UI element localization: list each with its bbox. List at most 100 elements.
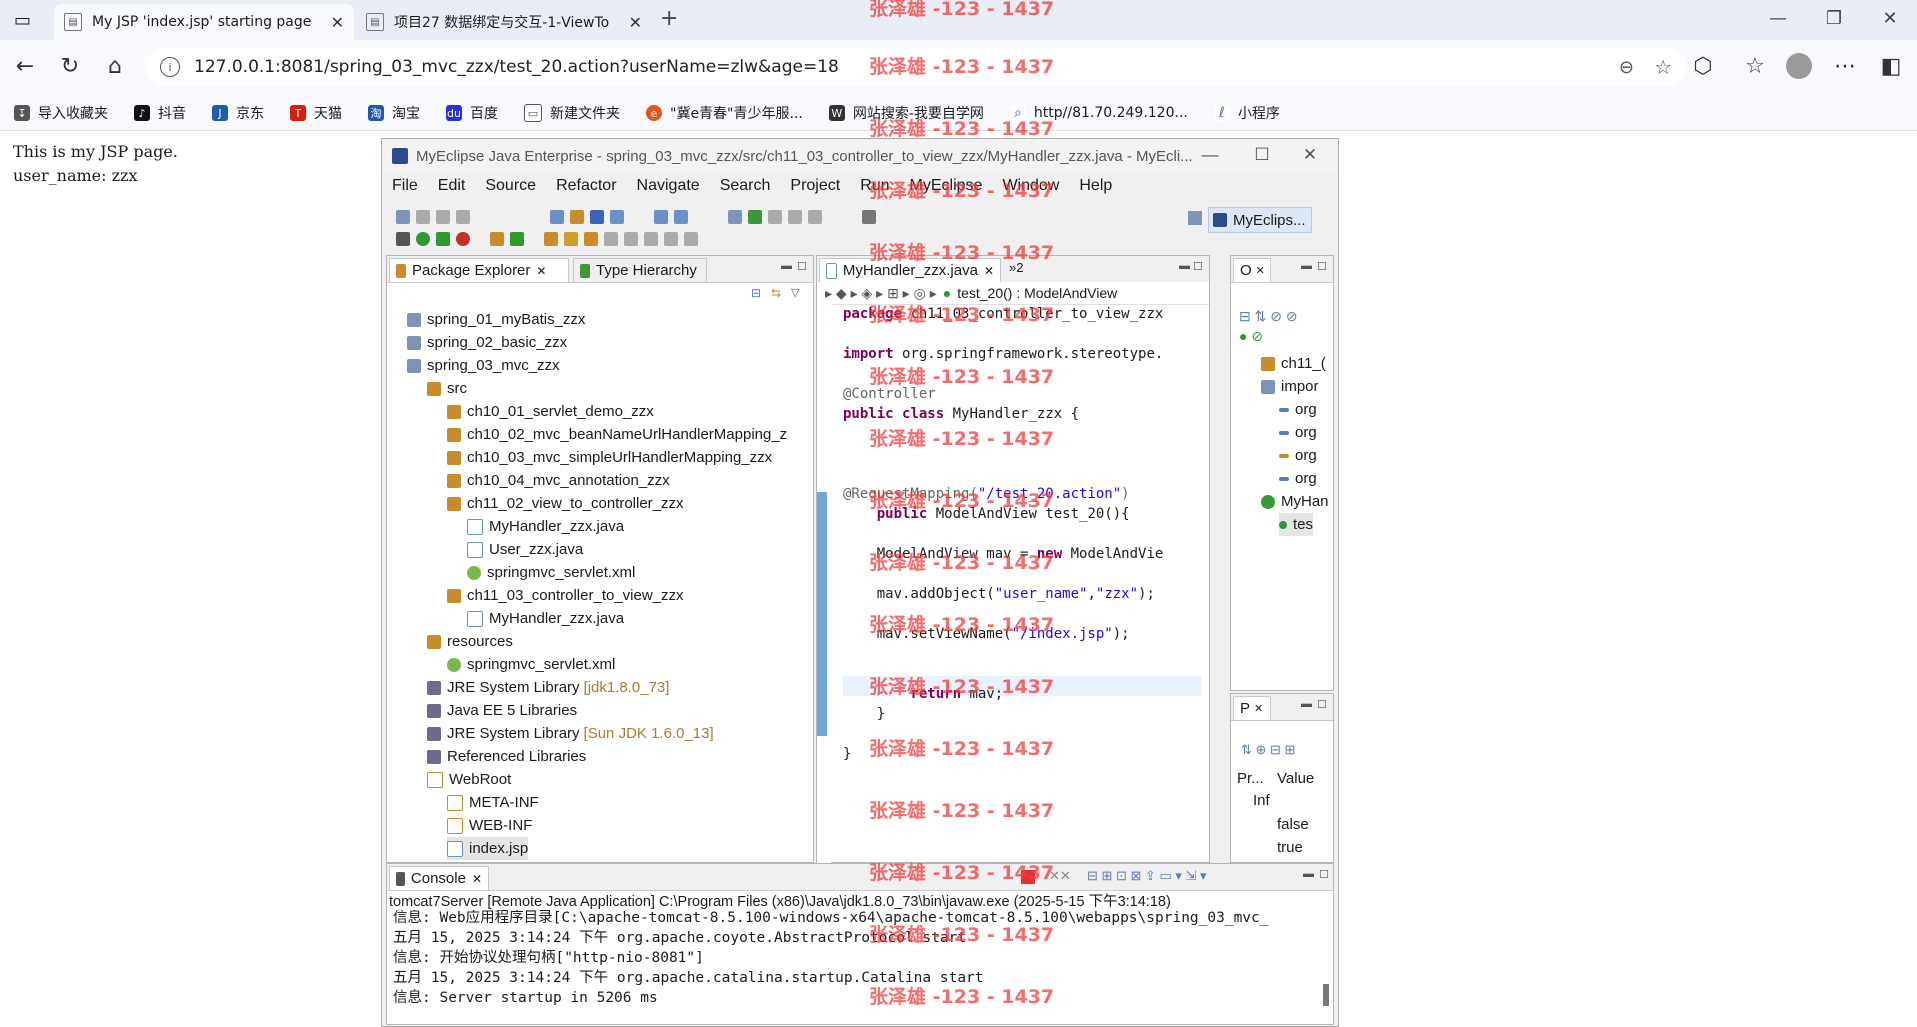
tree-item[interactable]: ch10_03_mvc_simpleUrlHandlerMapping_zzx — [447, 446, 772, 469]
view-menu-icon[interactable]: ▽ — [791, 286, 799, 299]
star-icon[interactable]: ☆ — [1654, 55, 1672, 79]
sidebar-icon[interactable]: ◧ — [1876, 54, 1906, 79]
menu-file[interactable]: File — [392, 177, 418, 195]
close-icon[interactable]: ✕ — [472, 872, 482, 886]
outline-item[interactable]: MyHan — [1261, 490, 1329, 513]
close-icon[interactable]: ✕ — [331, 13, 344, 32]
menu-window[interactable]: Window — [1002, 177, 1059, 195]
tree-item[interactable]: springmvc_servlet.xml — [467, 561, 635, 584]
bookmark-miniapp[interactable]: ℓ 小程序 — [1213, 103, 1280, 123]
menu-myeclipse[interactable]: MyEclipse — [910, 177, 983, 195]
console-output[interactable]: 信息: Web应用程序目录[C:\apache-tomcat-8.5.100-w… — [387, 910, 1317, 1024]
outline-toolbar-2[interactable]: ● ⊘ — [1239, 328, 1263, 345]
open-resource-icon[interactable] — [584, 232, 598, 246]
maximize-view-icon[interactable]: ☐ — [797, 260, 807, 273]
close-icon[interactable]: ✕ — [536, 264, 546, 278]
minimize-view-icon[interactable]: ▬ — [781, 260, 792, 272]
perspective-myeclipse[interactable]: MyEclips... — [1208, 207, 1312, 233]
menu-source[interactable]: Source — [485, 177, 536, 195]
last-edit-icon[interactable] — [644, 232, 658, 246]
tree-item[interactable]: ch10_04_mvc_annotation_zzx — [447, 469, 670, 492]
server-icon[interactable] — [590, 210, 604, 224]
web-icon[interactable] — [654, 210, 668, 224]
print-icon[interactable] — [456, 210, 470, 224]
bookmark-tmall[interactable]: T 天猫 — [290, 103, 342, 123]
tree-item[interactable]: Referenced Libraries — [427, 745, 586, 768]
new-icon[interactable] — [396, 210, 410, 224]
reload-icon[interactable]: ↻ — [55, 54, 85, 79]
open-type-icon[interactable] — [728, 210, 742, 224]
tab-properties[interactable]: P ✕ — [1233, 696, 1271, 720]
favorites-icon[interactable]: ☆ — [1740, 54, 1770, 79]
minimize-icon[interactable]: — — [1758, 8, 1798, 29]
bookmark-folder[interactable]: ▭ 新建文件夹 — [524, 103, 620, 123]
minimize-view-icon[interactable]: ▬ — [1179, 260, 1190, 272]
menu-refactor[interactable]: Refactor — [556, 177, 616, 195]
tree-item[interactable]: ch10_02_mvc_beanNameUrlHandlerMapping_z — [447, 423, 787, 446]
collapse-all-icon[interactable]: ⊟ — [751, 286, 761, 300]
bookmark-import[interactable]: ↧ 导入收藏夹 — [14, 103, 108, 123]
outline-item[interactable]: ch11_( — [1261, 352, 1326, 375]
tree-item[interactable]: WebRoot — [427, 768, 511, 791]
package-icon[interactable] — [570, 210, 584, 224]
forward-nav-icon[interactable] — [684, 232, 698, 246]
outline-item[interactable]: org — [1279, 444, 1317, 467]
tree-item[interactable]: src — [427, 377, 467, 400]
link-editor-icon[interactable]: ⇆ — [771, 286, 781, 300]
new-package-icon[interactable] — [490, 232, 504, 246]
tree-item[interactable]: springmvc_servlet.xml — [447, 653, 615, 676]
close-icon[interactable]: ✕ — [1254, 702, 1263, 715]
menu-run[interactable]: Run — [860, 177, 889, 195]
home-icon[interactable]: ⌂ — [100, 54, 130, 79]
close-icon[interactable]: ✕ — [1256, 264, 1265, 277]
close-icon[interactable]: ✕ — [984, 264, 994, 278]
run-icon[interactable] — [416, 232, 430, 246]
close-icon[interactable]: ✕ — [629, 13, 642, 32]
console-scrollbar[interactable] — [1323, 984, 1329, 1006]
next-annotation-icon[interactable] — [604, 232, 618, 246]
annotation-icon[interactable] — [768, 210, 782, 224]
debug-icon[interactable] — [396, 232, 410, 246]
maximize-view-icon[interactable]: ☐ — [1317, 260, 1327, 273]
open-folder-icon[interactable] — [544, 232, 558, 246]
search-tool-icon[interactable] — [564, 232, 578, 246]
minimize-view-icon[interactable]: ▬ — [1301, 260, 1312, 272]
outline-toolbar[interactable]: ⊟ ⇅ ⊘ ⊘ — [1239, 308, 1298, 325]
save-icon[interactable] — [416, 210, 430, 224]
tab-myhandler-java[interactable]: MyHandler_zzx.java ✕ — [819, 258, 1001, 282]
more-icon[interactable]: ⋯ — [1830, 54, 1860, 79]
bookmark-http[interactable]: ⌕ http//81.70.249.120... — [1009, 105, 1188, 121]
browser-icon[interactable] — [674, 210, 688, 224]
tab-console[interactable]: Console ✕ — [389, 866, 489, 890]
bookmark-zixue[interactable]: W 网站搜索-我要自学网 — [828, 103, 984, 123]
more-tabs[interactable]: »2 — [1009, 260, 1023, 275]
pin-icon[interactable] — [808, 210, 822, 224]
menu-search[interactable]: Search — [720, 177, 771, 195]
zoom-icon[interactable]: ⊖ — [1619, 57, 1634, 78]
tree-item[interactable]: resources — [427, 630, 513, 653]
maximize-view-icon[interactable]: ☐ — [1317, 698, 1327, 711]
tab-package-explorer[interactable]: Package Explorer ✕ — [389, 258, 569, 282]
camera-icon[interactable] — [862, 210, 876, 224]
tree-item[interactable]: ch11_03_controller_to_view_zzx — [447, 584, 684, 607]
maximize-icon[interactable]: ☐ — [1244, 145, 1280, 165]
outline-item[interactable]: org — [1279, 398, 1317, 421]
back-nav-icon[interactable] — [664, 232, 678, 246]
minimize-icon[interactable]: — — [1192, 145, 1228, 165]
minimize-view-icon[interactable]: ▬ — [1301, 698, 1312, 710]
bookmark-youth[interactable]: e "冀e青春"青少年服... — [646, 103, 803, 123]
outline-item[interactable]: impor — [1261, 375, 1319, 398]
code-area[interactable]: package ch11_03_controller_to_view_zzx i… — [843, 306, 1201, 862]
menu-help[interactable]: Help — [1079, 177, 1112, 195]
restore-icon[interactable]: ❐ — [1814, 8, 1854, 29]
tree-item[interactable]: spring_02_basic_zzx — [407, 331, 567, 354]
tab-jsp-page[interactable]: ▤ My JSP 'index.jsp' starting page ✕ — [54, 4, 354, 40]
tree-item[interactable]: index.jsp — [447, 837, 529, 860]
tree-item[interactable]: META-INF — [447, 791, 539, 814]
outline-item[interactable]: org — [1279, 421, 1317, 444]
console-toolbar[interactable]: ⊟ ⊞ ⊡ ⊠ ⇪ ▭ ▾ ⇲ ▾ — [1087, 868, 1207, 884]
bookmark-taobao[interactable]: 淘淘宝 — [368, 103, 420, 123]
breadcrumb-project-icon[interactable]: ▸ ◆ ▸ ◈ ▸ ⊞ ▸ ◎ ▸ — [825, 285, 937, 302]
prev-annotation-icon[interactable] — [624, 232, 638, 246]
terminate-icon[interactable] — [1021, 870, 1035, 884]
